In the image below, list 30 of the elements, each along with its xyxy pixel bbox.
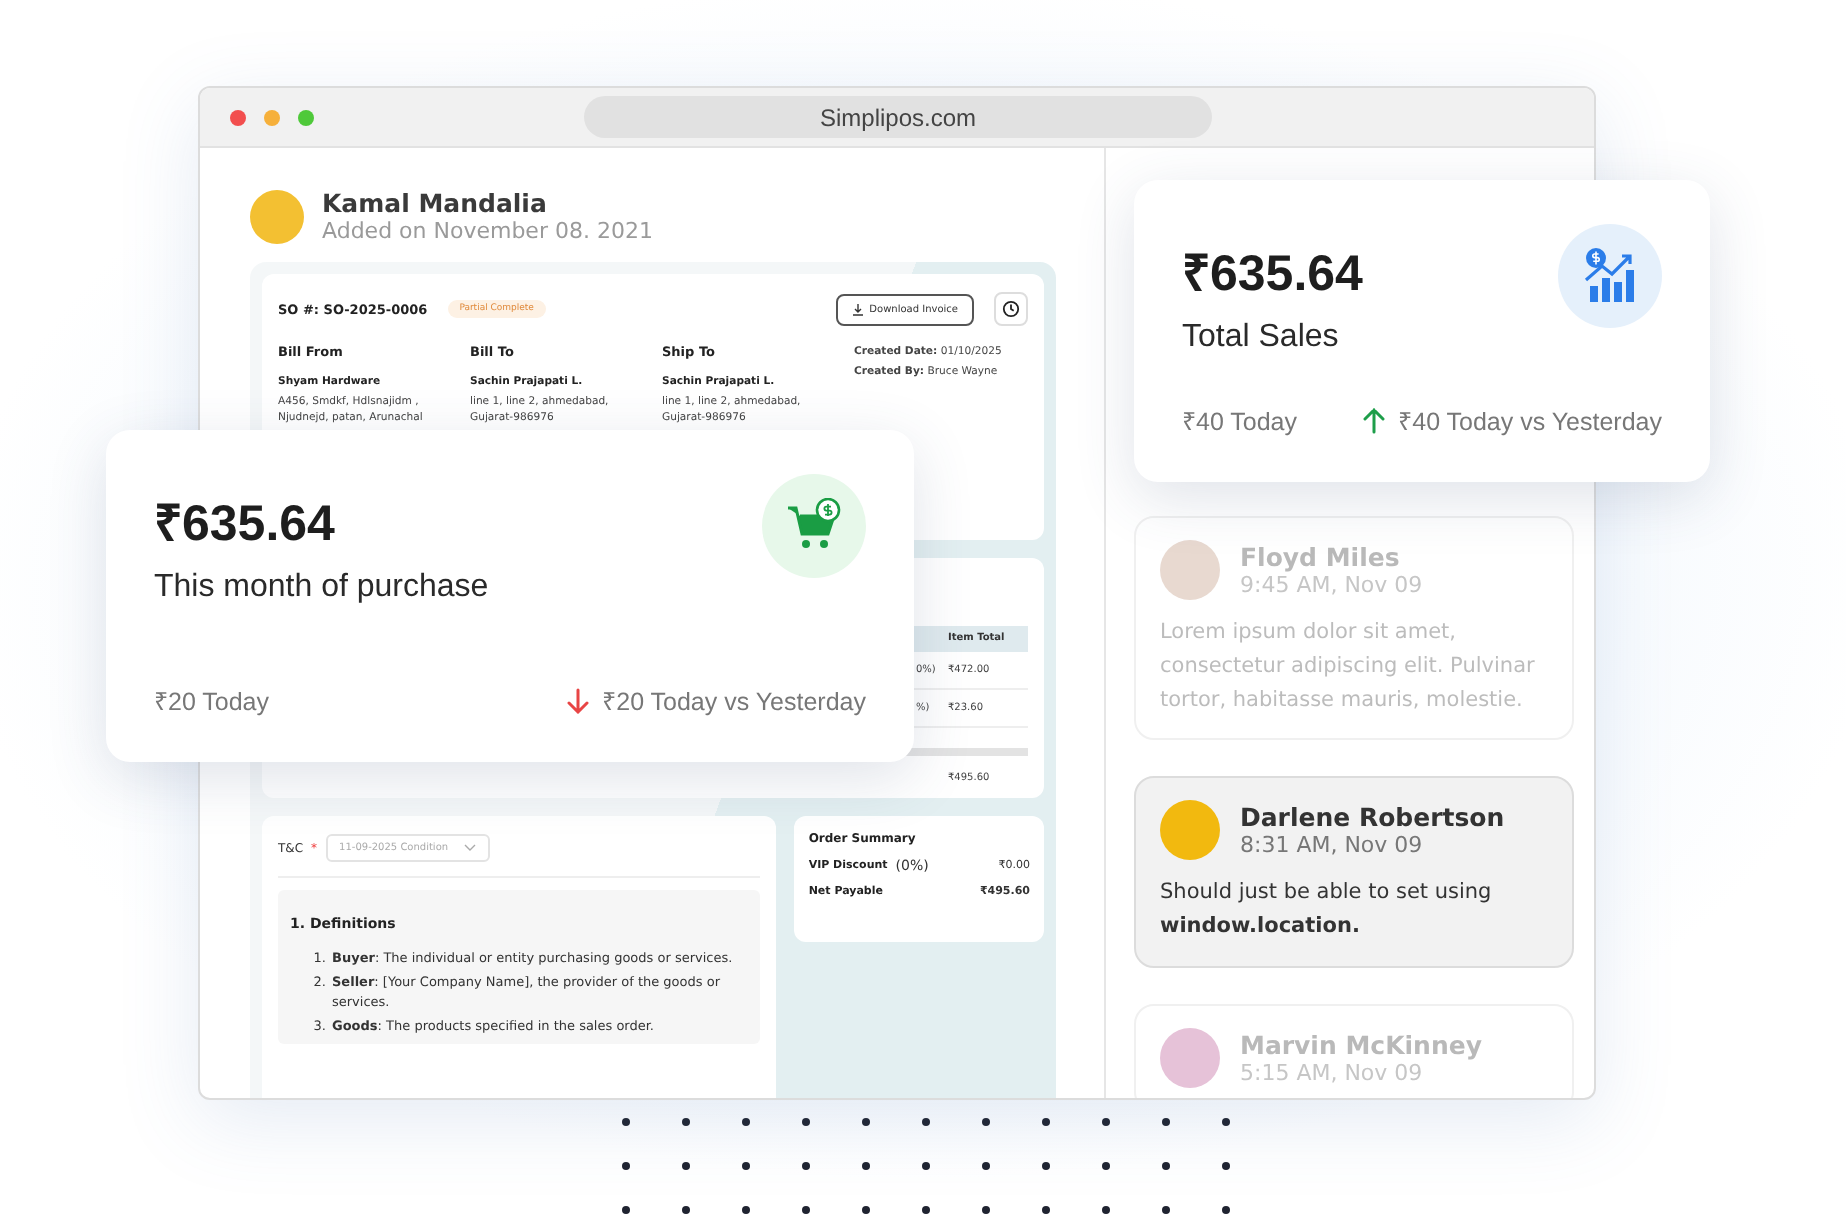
- stat-label: Total Sales: [1182, 320, 1341, 356]
- stat-label: This month of purchase: [154, 570, 489, 606]
- message-time: 8:31 AM, Nov 09: [1240, 832, 1425, 859]
- close-button[interactable]: [230, 109, 246, 125]
- avatar: [250, 189, 304, 243]
- chevron-down-icon: [464, 844, 477, 852]
- sender-name: Floyd Miles: [1240, 542, 1402, 572]
- comparison-text: ₹20 Today vs Yesterday: [602, 686, 866, 718]
- today-value: ₹40 Today: [1182, 406, 1298, 438]
- minimize-button[interactable]: [264, 109, 280, 125]
- maximize-button[interactable]: [298, 109, 314, 125]
- comparison-text: ₹40 Today vs Yesterday: [1398, 406, 1662, 438]
- message-card[interactable]: Darlene Robertson 8:31 AM, Nov 09 Should just be able to set using window.location.: [1134, 776, 1574, 968]
- download-icon: [851, 303, 864, 315]
- url-field[interactable]: Simplipos.com: [584, 96, 1212, 138]
- stat-amount: ₹635.64: [154, 494, 337, 554]
- today-value: ₹20 Today: [154, 686, 270, 718]
- profile-name: Kamal Mandalia: [322, 188, 549, 218]
- message-text: Lorem ipsum dolor sit amet, consectetur adipiscing elit. Pulvinar tortor, habitasse mauris, molestie.: [1160, 618, 1537, 716]
- history-icon: [1002, 300, 1020, 318]
- sender-name: Marvin McKinney: [1240, 1029, 1482, 1060]
- message-time: 9:45 AM, Nov 09: [1240, 572, 1423, 598]
- sender-name: Darlene Robertson: [1240, 802, 1505, 833]
- bar-chart-growth-icon: [1580, 246, 1640, 306]
- history-button[interactable]: [994, 292, 1028, 326]
- message-text: Should just be able to set using window.location.: [1160, 878, 1494, 943]
- stat-amount: ₹635.64: [1182, 244, 1363, 304]
- message-time: 5:15 AM, Nov 09: [1240, 1059, 1423, 1086]
- profile-subtitle: Added on November 08. 2021: [322, 218, 653, 244]
- cart-dollar-icon: [786, 498, 842, 554]
